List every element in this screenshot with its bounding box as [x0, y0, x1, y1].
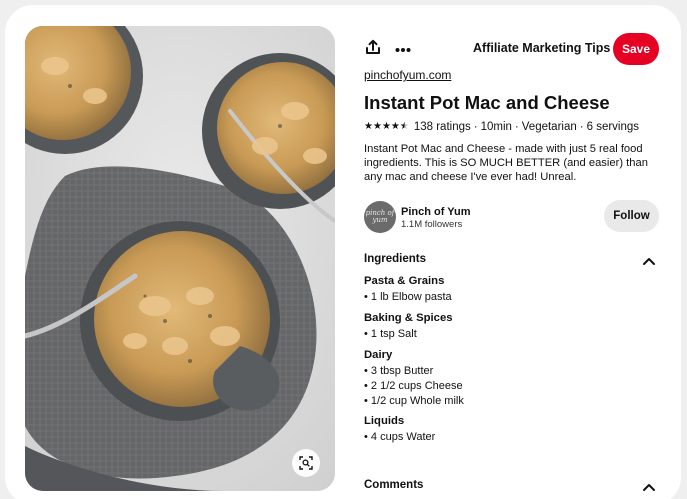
chevron-up-icon[interactable]	[642, 254, 656, 266]
recipe-meta: ★ ★ ★ ★ ★ 138 ratings · 10min · Vegetari…	[364, 121, 639, 133]
comments-header[interactable]: Comments	[364, 477, 656, 495]
diet-label: Vegetarian	[521, 121, 577, 133]
avatar[interactable]: pinch of yum	[364, 201, 396, 233]
chevron-up-icon[interactable]	[642, 480, 656, 492]
mac-and-cheese-photo	[25, 26, 335, 491]
share-icon	[365, 39, 381, 60]
share-button[interactable]	[362, 38, 384, 60]
source-link[interactable]: pinchofyum.com	[364, 68, 451, 82]
pin-action-bar: Affiliate Marketing Tips Save	[364, 33, 660, 65]
more-options-button[interactable]	[392, 38, 414, 60]
ingredients-heading: Ingredients	[364, 253, 426, 265]
ingredient-group: Dairy • 3 tbsp Butter • 2 1/2 cups Chees…	[364, 349, 464, 409]
author-name[interactable]: Pinch of Yum	[401, 206, 470, 218]
star-icon: ★	[364, 121, 373, 132]
ingredient-group-title: Dairy	[364, 349, 393, 361]
cook-time: 10min	[480, 121, 512, 133]
ingredient-item: • 1 lb Elbow pasta	[364, 291, 452, 303]
meta-separator: ·	[579, 121, 584, 133]
ingredient-item: • 1/2 cup Whole milk	[364, 394, 464, 407]
author-row: pinch of yum Pinch of Yum 1.1M followers…	[364, 200, 660, 234]
author-followers: 1.1M followers	[401, 219, 463, 230]
comments-heading: Comments	[364, 479, 424, 491]
save-button[interactable]: Save	[613, 33, 659, 65]
ingredient-group: Liquids • 4 cups Water	[364, 415, 435, 446]
star-icon: ★	[381, 121, 391, 132]
pin-title: Instant Pot Mac and Cheese	[364, 92, 610, 113]
ingredient-item: • 2 1/2 cups Cheese	[364, 379, 463, 392]
servings: 6 servings	[586, 121, 640, 133]
ingredient-item: • 4 cups Water	[364, 431, 436, 443]
ingredient-item: • 1 tsp Salt	[364, 328, 417, 340]
board-select-label: Affiliate Marketing Tips	[473, 41, 611, 55]
ingredients-header[interactable]: Ingredients	[364, 251, 656, 269]
rating-stars: ★ ★ ★ ★ ★	[364, 122, 409, 132]
star-icon: ★	[372, 121, 382, 132]
ingredient-group: Baking & Spices • 1 tsp Salt	[364, 312, 453, 343]
board-select-dropdown[interactable]: Affiliate Marketing Tips	[473, 41, 625, 55]
follow-button[interactable]: Follow	[604, 200, 659, 232]
pin-details-pane: Affiliate Marketing Tips Save pinchofyum…	[364, 0, 660, 499]
star-half-icon: ★	[399, 121, 409, 132]
meta-separator: ·	[473, 121, 478, 133]
ingredient-group: Pasta & Grains • 1 lb Elbow pasta	[364, 275, 452, 306]
ingredient-group-title: Liquids	[364, 415, 405, 427]
ingredient-item: • 3 tbsp Butter	[364, 365, 434, 377]
pin-image[interactable]	[25, 26, 335, 491]
star-icon: ★	[390, 121, 400, 132]
visual-search-button[interactable]	[292, 449, 320, 477]
pin-description: Instant Pot Mac and Cheese - made with j…	[364, 143, 648, 183]
visual-search-icon	[299, 456, 313, 470]
meta-separator: ·	[514, 121, 519, 133]
ratings-count[interactable]: 138 ratings	[414, 121, 471, 133]
ingredient-group-title: Baking & Spices	[364, 312, 453, 324]
ingredient-group-title: Pasta & Grains	[364, 275, 445, 287]
more-options-icon	[395, 40, 411, 58]
